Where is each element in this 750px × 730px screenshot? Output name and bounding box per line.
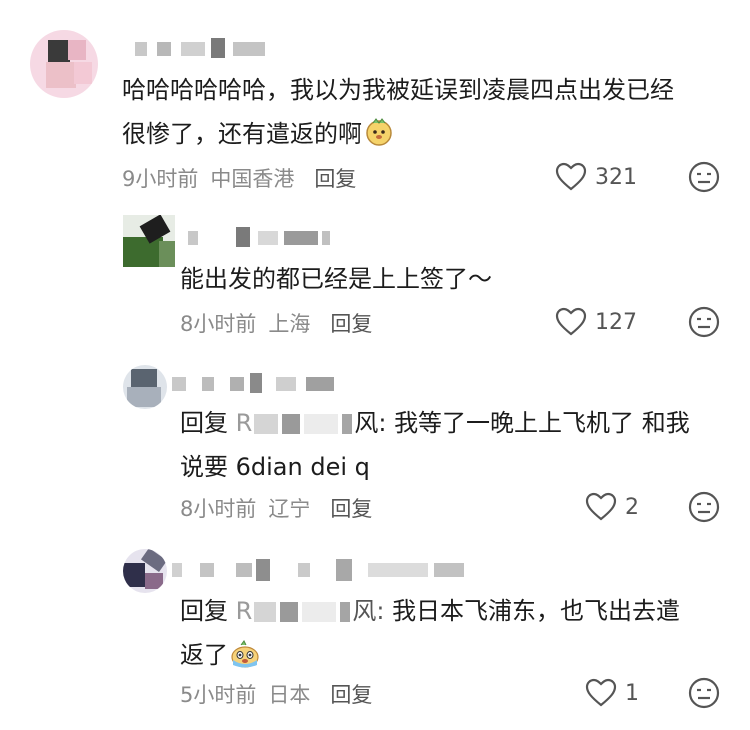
comment-3: 回复 R 风: 我等了一晚上上飞机了 和我 说要 6dian dei q 8小时前… xyxy=(0,355,750,535)
reply-button[interactable]: 回复 xyxy=(330,497,372,521)
crying-face-emoji xyxy=(231,640,259,668)
avatar[interactable] xyxy=(123,365,167,409)
location: 辽宁 xyxy=(268,497,311,521)
username-blurred[interactable] xyxy=(135,38,275,60)
heart-outline-icon xyxy=(555,307,587,336)
comment-4: 回复 R 风: 我日本飞浦东，也飞出去遣 返了 5小时前 日本 回复 1 xyxy=(0,535,750,730)
avatar[interactable] xyxy=(30,30,98,98)
meh-face-icon[interactable] xyxy=(688,677,720,709)
comment-2: 能出发的都已经是上上签了～ 8小时前 上海 回复 127 xyxy=(0,205,750,355)
like-button[interactable]: 2 xyxy=(585,492,639,522)
heart-outline-icon xyxy=(555,162,587,191)
comment-text: 回复 R 风: 我日本飞浦东，也飞出去遣 返了 xyxy=(180,597,681,669)
heart-outline-icon xyxy=(585,492,617,521)
location: 上海 xyxy=(268,312,311,336)
timestamp: 5小时前 xyxy=(180,683,257,707)
username-blurred[interactable] xyxy=(188,227,338,249)
like-count: 2 xyxy=(625,494,639,520)
comment-text: 回复 R 风: 我等了一晚上上飞机了 和我 说要 6dian dei q xyxy=(180,409,690,481)
avatar[interactable] xyxy=(123,549,167,593)
meh-face-icon[interactable] xyxy=(688,491,720,523)
avatar[interactable] xyxy=(123,215,175,267)
meh-face-icon[interactable] xyxy=(688,306,720,338)
comment-1: 哈哈哈哈哈哈，我以为我被延误到凌晨四点出发已经 很惨了，还有遣返的啊 9小时前中… xyxy=(0,0,750,205)
heart-outline-icon xyxy=(585,678,617,707)
location: 日本 xyxy=(268,683,311,707)
timestamp: 9小时前 xyxy=(122,167,199,191)
reply-button[interactable]: 回复 xyxy=(314,167,356,191)
face-emoji xyxy=(366,118,392,146)
comment-text: 能出发的都已经是上上签了～ xyxy=(180,265,492,293)
like-count: 1 xyxy=(625,680,639,706)
like-count: 321 xyxy=(595,164,637,190)
username-blurred[interactable] xyxy=(172,373,342,395)
like-count: 127 xyxy=(595,309,637,335)
username-blurred[interactable] xyxy=(172,559,472,581)
comment-text: 哈哈哈哈哈哈，我以为我被延误到凌晨四点出发已经 很惨了，还有遣返的啊 xyxy=(122,76,674,148)
comment-meta: 8小时前 辽宁 回复 xyxy=(180,493,384,523)
mention[interactable]: R 风: xyxy=(236,597,385,625)
reply-button[interactable]: 回复 xyxy=(330,312,372,336)
comment-meta: 5小时前 日本 回复 xyxy=(180,679,384,709)
reply-button[interactable]: 回复 xyxy=(330,683,372,707)
like-button[interactable]: 1 xyxy=(585,678,639,708)
comment-meta: 8小时前 上海 回复 xyxy=(180,308,384,338)
timestamp: 8小时前 xyxy=(180,312,257,336)
comment-meta: 9小时前 中国香港 回复 xyxy=(122,163,368,193)
location: 中国香港 xyxy=(210,167,295,191)
meh-face-icon[interactable] xyxy=(688,161,720,193)
timestamp: 8小时前 xyxy=(180,497,257,521)
like-button[interactable]: 127 xyxy=(555,307,637,337)
like-button[interactable]: 321 xyxy=(555,162,637,192)
mention[interactable]: R 风: xyxy=(236,409,387,437)
